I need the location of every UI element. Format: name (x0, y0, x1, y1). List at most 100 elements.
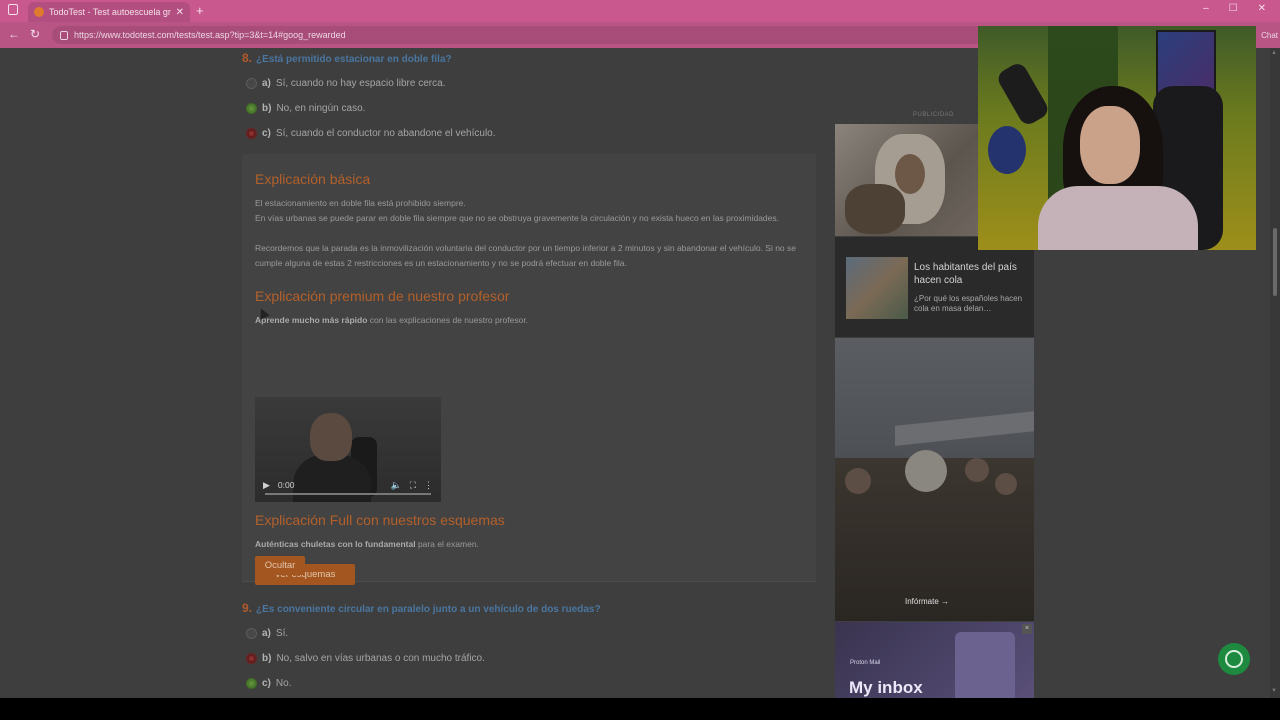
whatsapp-icon (1225, 650, 1243, 668)
reload-icon[interactable]: ↻ (30, 27, 40, 41)
ad-image-crowd[interactable]: Infórmate → (835, 338, 1034, 621)
premium-explanation-title: Explicación premium de nuestro profesor (255, 288, 510, 304)
question-9-text: ¿Es conveniente circular en paralelo jun… (256, 604, 601, 615)
ad4-phone (955, 632, 1015, 698)
q8-option-c[interactable]: c) Sí, cuando el conductor no abandone e… (246, 128, 496, 139)
tab-close-icon[interactable]: ✕ (176, 7, 184, 18)
tab-title: TodoTest - Test autoescuela grat… (49, 7, 171, 17)
back-arrow-icon[interactable]: ← (8, 27, 20, 41)
option-text: No, en ningún caso. (276, 103, 366, 114)
favicon-icon (34, 7, 44, 17)
whatsapp-button[interactable] (1218, 643, 1250, 675)
window-menu-icon[interactable] (8, 4, 18, 15)
ad3-head (905, 450, 947, 492)
radio-wrong-icon[interactable] (246, 128, 257, 139)
full-explanation-text: Auténticas chuletas con lo fundamental p… (255, 537, 805, 552)
option-text: Sí, cuando el conductor no abandone el v… (275, 128, 496, 139)
ad4-headline: My inbox (849, 678, 923, 697)
microphone-icon (995, 60, 1051, 128)
lock-icon (60, 30, 68, 40)
fullscreen-icon[interactable]: ⛶ (410, 480, 416, 491)
ad3-roof (895, 410, 1034, 446)
full-rest: para el examen. (415, 539, 479, 549)
play-icon[interactable]: ▶ (263, 480, 270, 491)
option-key: b) (262, 103, 272, 114)
question-8-number: 8. (242, 51, 253, 65)
question-8-text: ¿Está permitido estacionar en doble fila… (256, 54, 452, 65)
video-time: 0:00 (277, 480, 295, 490)
webcam-overlay (978, 26, 1256, 250)
browser-tab[interactable]: TodoTest - Test autoescuela grat… ✕ (28, 2, 190, 22)
q9-option-c[interactable]: c) No. (246, 678, 291, 689)
minimize-icon[interactable]: – (1203, 3, 1209, 14)
radio-correct-icon[interactable] (246, 678, 257, 689)
q9-option-b[interactable]: b) No, salvo en vías urbanas o con mucho… (246, 653, 485, 664)
ad-headline: Los habitantes del país hacen cola (914, 262, 1017, 286)
webcam-face (1080, 106, 1140, 184)
tab-bar: TodoTest - Test autoescuela grat… ✕ + – … (0, 0, 1280, 22)
scroll-thumb[interactable] (1273, 228, 1277, 296)
teacher-video[interactable]: ▶ 0:00 🔈 ⛶ ⋮ (255, 397, 441, 502)
ad-label: PUBLICIDAD (913, 112, 955, 118)
ad1-shape (845, 184, 905, 234)
option-key: c) (262, 128, 271, 139)
question-8-title: 8. ¿Está permitido estacionar en doble fi… (242, 51, 452, 65)
volume-icon[interactable]: 🔈 (390, 480, 401, 491)
option-text: Sí, cuando no hay espacio libre cerca. (275, 78, 446, 89)
ad-close-icon[interactable]: × (1022, 624, 1032, 634)
video-person-head (310, 413, 352, 461)
option-key: b) (262, 653, 272, 664)
basic-explanation-title: Explicación básica (255, 171, 371, 187)
full-bold: Auténticas chuletas con lo fundamental (255, 539, 416, 549)
option-key: a) (262, 628, 271, 639)
radio-icon[interactable] (246, 628, 257, 639)
ad-image-1[interactable] (835, 124, 978, 236)
basic-explanation-line: Recordemos que la parada es la inmoviliz… (255, 243, 796, 268)
ad-news-card[interactable]: Los habitantes del país hacen cola ¿Por … (835, 237, 1034, 337)
question-9-number: 9. (242, 601, 253, 615)
close-window-icon[interactable]: ✕ (1258, 3, 1266, 14)
ad-subtitle: ¿Por qué los españoles hacen cola en mas… (914, 294, 1023, 313)
maximize-icon[interactable]: ☐ (1229, 3, 1238, 14)
full-explanation-title: Explicación Full con nuestros esquemas (255, 512, 505, 528)
url-text: https://www.todotest.com/tests/test.asp?… (74, 30, 346, 40)
scroll-up-icon[interactable]: ▲ (1271, 50, 1277, 56)
premium-explanation-text: Aprende mucho más rápido con las explica… (255, 313, 805, 328)
radio-icon[interactable] (246, 78, 257, 89)
radio-wrong-icon[interactable] (246, 653, 257, 664)
hide-button[interactable]: Ocultar (255, 556, 305, 575)
webcam-plush (988, 126, 1026, 174)
ad-proton-mail[interactable]: Proton Mail My inbox × (835, 622, 1034, 698)
option-text: No, salvo en vías urbanas o con mucho tr… (276, 653, 485, 664)
option-text: No. (275, 678, 292, 689)
q8-option-b[interactable]: b) No, en ningún caso. (246, 103, 365, 114)
ad3-head (965, 458, 989, 482)
option-key: c) (262, 678, 271, 689)
question-9-title: 9. ¿Es conveniente circular en paralelo j… (242, 601, 601, 615)
scroll-down-icon[interactable]: ▼ (1271, 688, 1277, 694)
option-text: Sí. (275, 628, 289, 639)
q8-option-a[interactable]: a) Sí, cuando no hay espacio libre cerca… (246, 78, 445, 89)
video-controls: ▶ 0:00 🔈 ⛶ ⋮ (255, 468, 441, 502)
explanation-panel: Explicación básica El estacionamiento en… (242, 154, 816, 585)
webcam-body (1038, 186, 1198, 250)
new-tab-button[interactable]: + (196, 3, 204, 18)
premium-bold: Aprende mucho más rápido (255, 315, 368, 325)
ad-thumbnail (846, 257, 908, 319)
radio-correct-icon[interactable] (246, 103, 257, 114)
q9-option-a[interactable]: a) Sí. (246, 628, 288, 639)
ad3-head (845, 468, 871, 494)
chat-label[interactable]: Chat (1261, 31, 1278, 40)
page-scrollbar[interactable]: ▲ ▼ (1270, 48, 1280, 698)
basic-explanation-line: El estacionamiento en doble fila está pr… (255, 198, 466, 208)
ad-cta-link[interactable]: Infórmate → (905, 597, 949, 606)
proton-logo: Proton Mail (850, 660, 881, 666)
window-controls: – ☐ ✕ (1203, 3, 1266, 14)
more-options-icon[interactable]: ⋮ (424, 480, 433, 491)
basic-explanation-line: En vías urbanas se puede parar en doble … (255, 213, 779, 223)
premium-rest: con las explicaciones de nuestro profeso… (367, 315, 529, 325)
ad1-shape (895, 154, 925, 194)
bottom-bar (0, 698, 1280, 720)
ad3-head (995, 473, 1017, 495)
video-progress-bar[interactable] (265, 493, 431, 495)
